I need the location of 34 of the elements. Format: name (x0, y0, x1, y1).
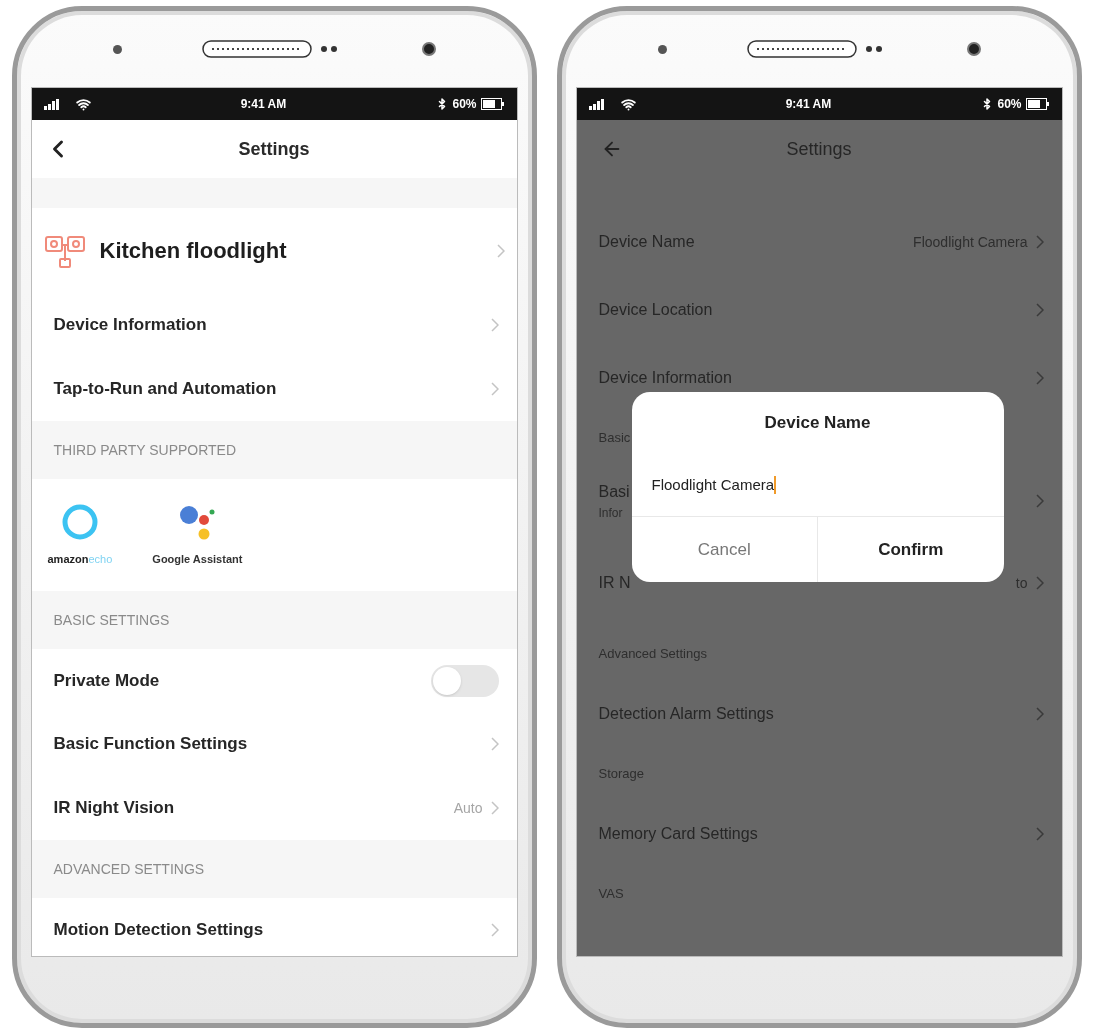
section-header: Storage (598, 765, 645, 784)
logo-product: echo (88, 551, 113, 567)
status-time: 9:41 AM (785, 96, 832, 113)
row-title: Motion Detection Settings (53, 919, 264, 942)
row-title: Device Name (598, 232, 695, 252)
row-title: Basic Function Settings (53, 733, 248, 756)
battery-percent: 60% (452, 96, 477, 113)
row-title: IR Night Vision (53, 797, 175, 820)
row-title: IR N (598, 573, 631, 593)
row-title: Tap-to-Run and Automation (53, 378, 277, 401)
dialog-title: Device Name (764, 412, 871, 435)
row-value: to (1015, 573, 1028, 593)
row-value: Auto (453, 798, 483, 818)
section-header: VAS (598, 885, 624, 904)
logo-brand: amazon (47, 551, 89, 567)
row-title: Private Mode (53, 669, 161, 692)
row-title: Detection Alarm Settings (598, 704, 774, 724)
row-title: Device Information (598, 368, 732, 388)
section-header: BASIC SETTINGS (53, 610, 170, 630)
section-header: ADVANCED SETTINGS (53, 859, 205, 879)
screen-title: Settings (786, 137, 852, 161)
row-value: Floodlight Camera (913, 232, 1028, 252)
section-header: Advanced Settings (598, 645, 707, 664)
device-title: Kitchen floodlight (99, 237, 288, 265)
logo-label: Google Assistant (152, 551, 243, 567)
row-title: Device Information (53, 314, 207, 337)
status-time: 9:41 AM (240, 96, 287, 113)
screen-title: Settings (238, 137, 310, 161)
section-header: THIRD PARTY SUPPORTED (53, 440, 237, 460)
battery-percent: 60% (997, 96, 1022, 113)
row-title: Device Location (598, 300, 713, 320)
row-title: Memory Card Settings (598, 824, 758, 844)
row-title: Basi (598, 482, 630, 502)
section-header: Basic (598, 429, 631, 448)
